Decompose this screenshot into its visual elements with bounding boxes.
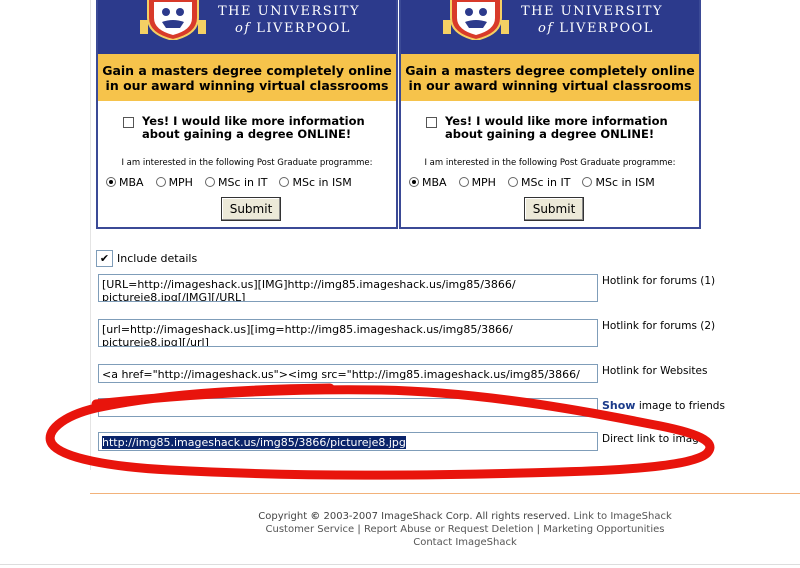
footer-copyright: Copyright © 2003-2007 ImageShack Corp. A… (258, 511, 672, 522)
contact-link[interactable]: Contact ImageShack (413, 537, 517, 548)
footer-links: Customer Service | Report Abuse or Reque… (265, 524, 665, 535)
marketing-link[interactable]: Marketing Opportunities (543, 524, 664, 535)
customer-service-link[interactable]: Customer Service (266, 524, 355, 535)
report-abuse-link[interactable]: Report Abuse or Request Deletion (364, 524, 534, 535)
footer-contact: Contact ImageShack (90, 537, 800, 548)
red-annotation-loop (45, 383, 715, 480)
bottom-border (0, 564, 800, 565)
footer-divider (90, 493, 800, 494)
link-to-imageshack[interactable]: Link to ImageShack (573, 511, 671, 522)
